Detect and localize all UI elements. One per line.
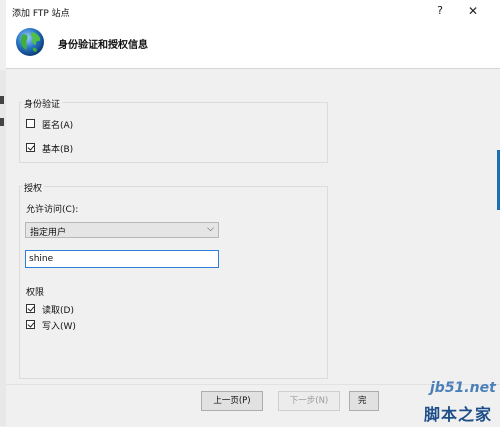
background-marker	[0, 96, 4, 104]
close-button[interactable]: ✕	[462, 3, 484, 19]
globe-icon	[16, 28, 44, 56]
chevron-down-icon: ⌵	[207, 224, 214, 234]
write-checkbox[interactable]	[26, 320, 35, 329]
next-button[interactable]: 下一步(N)	[278, 391, 340, 411]
wizard-header: 身份验证和授权信息	[6, 22, 500, 69]
finish-button[interactable]: 完	[349, 391, 379, 411]
wizard-body: 身份验证 匿名(A) 基本(B) 授权 允许访问(C): 指定用户 ⌵ 权限 读…	[6, 69, 500, 384]
basic-checkbox[interactable]	[26, 143, 35, 152]
window-title: 添加 FTP 站点	[12, 9, 70, 19]
allow-access-selected-value: 指定用户	[30, 228, 67, 238]
read-label: 读取(D)	[42, 306, 74, 316]
write-label: 写入(W)	[42, 322, 76, 332]
basic-label: 基本(B)	[42, 145, 74, 155]
authorization-group-label: 授权	[22, 181, 45, 194]
background-marker	[0, 118, 4, 126]
title-bar: 添加 FTP 站点 ? ✕	[6, 0, 500, 22]
add-ftp-site-dialog: 添加 FTP 站点 ? ✕ 身份验证和授权信息 身份验证 匿名(A) 基本(B)…	[6, 0, 500, 427]
authentication-group-label: 身份验证	[22, 97, 63, 110]
previous-button[interactable]: 上一页(P)	[201, 391, 263, 411]
anonymous-checkbox[interactable]	[26, 119, 35, 128]
anonymous-label: 匿名(A)	[42, 121, 74, 131]
permissions-label: 权限	[26, 288, 45, 298]
allow-access-label: 允许访问(C):	[26, 205, 79, 215]
watermark-text: 脚本之家	[424, 405, 493, 424]
page-title: 身份验证和授权信息	[58, 40, 148, 51]
user-name-input[interactable]	[25, 250, 219, 268]
allow-access-select[interactable]: 指定用户 ⌵	[25, 222, 219, 238]
read-checkbox[interactable]	[26, 304, 35, 313]
watermark-logo: jb51.net	[430, 380, 496, 396]
help-button[interactable]: ?	[430, 3, 450, 19]
